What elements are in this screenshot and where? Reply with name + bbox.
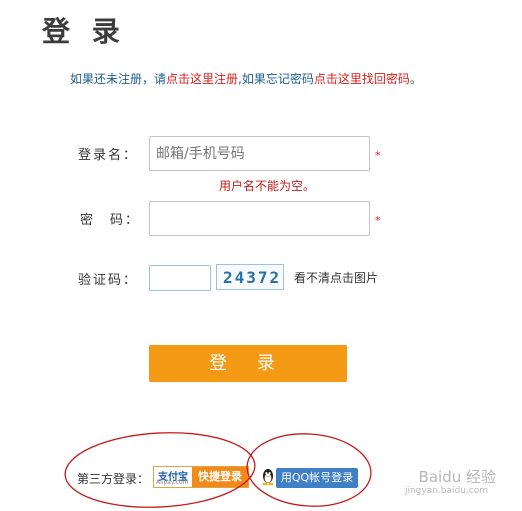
alipay-login-button[interactable]: 支付宝 Alipay.com 快捷登录 [153, 466, 249, 488]
password-required-mark: * [375, 214, 381, 227]
page-title: 登 录 [42, 15, 126, 48]
username-error: 用户名不能为空。 [219, 179, 316, 193]
captcha-image-text: 24372 [223, 268, 282, 287]
notice-suffix: 。 [409, 72, 422, 86]
password-input[interactable] [149, 201, 370, 236]
alipay-logo: 支付宝 Alipay.com [154, 467, 192, 487]
baidu-watermark-url: jingyan.baidu.com [404, 486, 488, 496]
captcha-input[interactable] [149, 265, 211, 291]
baidu-watermark: Baidu 经验 [418, 468, 496, 486]
qq-login-button[interactable]: 用QQ帐号登录 [276, 468, 358, 488]
username-input[interactable] [149, 136, 370, 171]
third-party-label: 第三方登录： [77, 472, 150, 486]
username-label: 登录名： [78, 148, 139, 163]
register-link[interactable]: 点击这里注册 [166, 72, 238, 86]
captcha-label: 验证码： [78, 273, 139, 288]
register-notice: 如果还未注册，请点击这里注册,如果忘记密码点击这里找回密码。 [70, 70, 422, 87]
alipay-quick-login-label: 快捷登录 [192, 467, 248, 487]
alipay-logo-sub: Alipay.com [156, 479, 189, 486]
password-label: 密 码： [80, 213, 141, 228]
notice-middle: ,如果忘记密码 [238, 72, 314, 86]
captcha-image[interactable]: 24372 [216, 264, 284, 290]
qq-penguin-icon [262, 469, 274, 486]
notice-prefix: 如果还未注册，请 [70, 72, 167, 86]
forgot-password-link[interactable]: 点击这里找回密码 [314, 72, 410, 86]
login-button[interactable]: 登 录 [149, 345, 347, 382]
username-required-mark: * [375, 149, 381, 162]
captcha-refresh-link[interactable]: 看不清点击图片 [294, 269, 378, 286]
